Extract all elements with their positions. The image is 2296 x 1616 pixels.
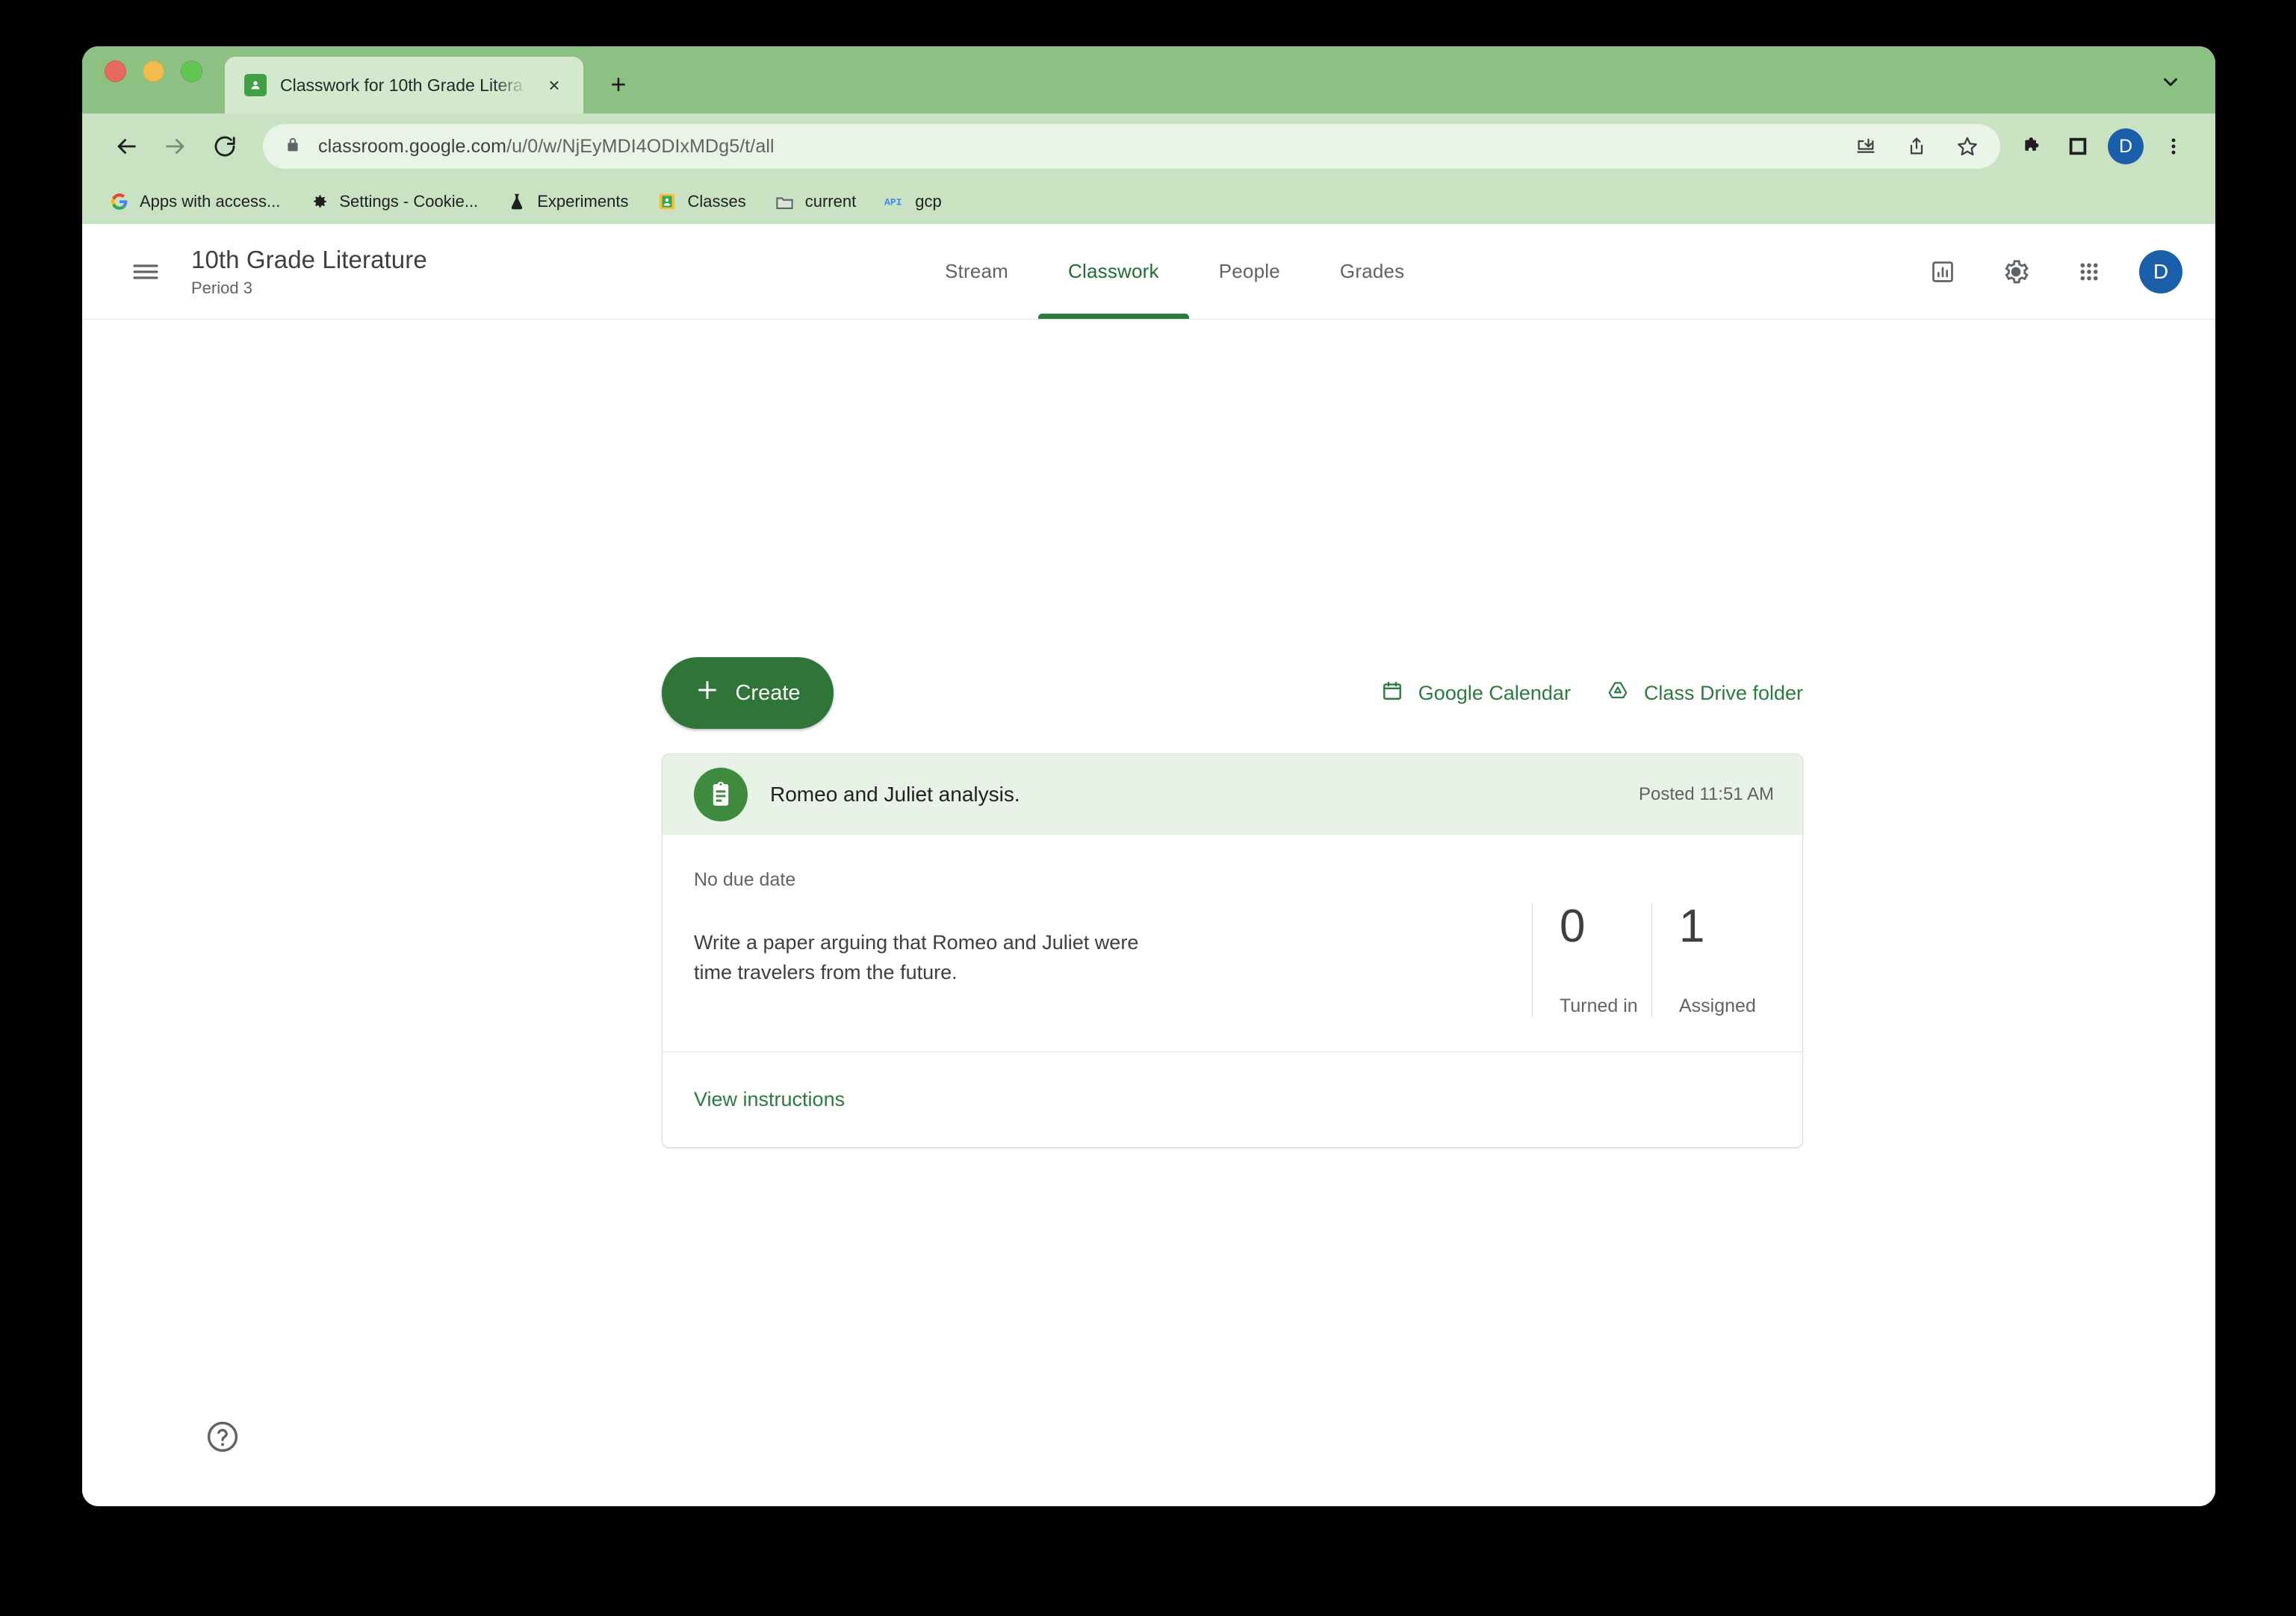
bookmark-label: Settings - Cookie... — [339, 192, 479, 211]
settings-gear-icon[interactable] — [1993, 249, 2039, 295]
stat-label: Assigned — [1679, 995, 1756, 1016]
address-bar[interactable]: classroom.google.com/u/0/w/NjEyMDI4ODIxM… — [263, 124, 2000, 169]
assignment-card[interactable]: Romeo and Juliet analysis. Posted 11:51 … — [662, 753, 1803, 1148]
calendar-icon — [1381, 680, 1403, 707]
close-window-button[interactable] — [105, 60, 126, 82]
bookmark-current[interactable]: current — [775, 191, 856, 212]
account-avatar[interactable]: D — [2139, 249, 2182, 293]
bookmark-gcp[interactable]: API gcp — [884, 191, 941, 212]
extensions-icon[interactable] — [2011, 124, 2055, 169]
class-drive-folder-link[interactable]: Class Drive folder — [1607, 680, 1803, 707]
new-tab-button[interactable]: + — [597, 63, 640, 106]
assignment-stats: 0 Turned in 1 Assigned — [1532, 904, 1771, 1017]
bookmark-apps-with-access[interactable]: Apps with access... — [109, 191, 280, 212]
bookmark-label: gcp — [915, 192, 942, 211]
minimize-window-button[interactable] — [143, 60, 164, 82]
assignment-clipboard-icon — [694, 768, 748, 821]
gear-icon — [308, 191, 329, 212]
assignment-due-date: No due date — [694, 869, 796, 890]
svg-text:API: API — [884, 197, 902, 208]
classwork-action-row: Create Google Calendar Class Drive folde… — [662, 657, 1803, 729]
create-button[interactable]: Create — [662, 657, 834, 729]
google-calendar-link[interactable]: Google Calendar — [1381, 680, 1571, 707]
chevron-down-icon[interactable] — [2151, 63, 2190, 102]
insights-chart-icon[interactable] — [1920, 249, 1966, 295]
classroom-favicon-icon — [244, 74, 267, 96]
url-host: classroom.google.com — [318, 135, 507, 157]
stat-label: Turned in — [1560, 995, 1638, 1016]
tab-stream[interactable]: Stream — [915, 224, 1038, 319]
assignment-card-body: No due date Write a paper arguing that R… — [663, 835, 1802, 1051]
assignment-description: Write a paper arguing that Romeo and Jul… — [694, 931, 1139, 983]
help-icon[interactable] — [202, 1416, 243, 1458]
address-bar-actions — [1845, 125, 1988, 167]
bookmark-label: Experiments — [537, 192, 629, 211]
create-button-label: Create — [735, 680, 801, 705]
stat-assigned[interactable]: 1 Assigned — [1651, 904, 1771, 1017]
assignment-card-header[interactable]: Romeo and Juliet analysis. Posted 11:51 … — [663, 754, 1802, 835]
back-button[interactable] — [102, 122, 151, 171]
browser-profile-avatar[interactable]: D — [2108, 128, 2144, 164]
browser-window: Classwork for 10th Grade Litera × + clas… — [82, 46, 2215, 1506]
bookmark-experiments[interactable]: Experiments — [506, 191, 628, 212]
flask-icon — [506, 191, 527, 212]
browser-tab-title: Classwork for 10th Grade Litera — [280, 75, 523, 95]
stat-turned-in[interactable]: 0 Turned in — [1532, 904, 1651, 1017]
window-controls — [105, 46, 202, 114]
maximize-window-button[interactable] — [181, 60, 202, 82]
bookmark-classes[interactable]: Classes — [657, 191, 746, 212]
bookmark-star-icon[interactable] — [1946, 125, 1988, 167]
assignment-details: No due date Write a paper arguing that R… — [694, 869, 1486, 1007]
lock-icon — [284, 136, 302, 158]
classroom-app-header: 10th Grade Literature Period 3 Stream Cl… — [82, 224, 2215, 320]
reload-button[interactable] — [200, 122, 249, 171]
classwork-content: Create Google Calendar Class Drive folde… — [82, 320, 2215, 1505]
bookmark-settings-cookie[interactable]: Settings - Cookie... — [308, 191, 478, 212]
close-tab-button[interactable]: × — [542, 72, 567, 98]
classroom-tabs: Stream Classwork People Grades — [915, 224, 1434, 319]
browser-toolbar: classroom.google.com/u/0/w/NjEyMDI4ODIxM… — [82, 114, 2215, 179]
quick-link-label: Google Calendar — [1418, 681, 1571, 704]
tab-people[interactable]: People — [1189, 224, 1310, 319]
bookmarks-bar: Apps with access... Settings - Cookie...… — [82, 179, 2215, 224]
share-icon[interactable] — [1896, 125, 1937, 167]
assignment-card-footer: View instructions — [663, 1051, 1802, 1147]
view-instructions-link[interactable]: View instructions — [694, 1088, 845, 1111]
browser-tab[interactable]: Classwork for 10th Grade Litera × — [225, 57, 583, 114]
address-bar-url: classroom.google.com/u/0/w/NjEyMDI4ODIxM… — [318, 136, 775, 158]
classwork-quick-links: Google Calendar Class Drive folder — [1381, 680, 1803, 707]
page-content: 10th Grade Literature Period 3 Stream Cl… — [82, 224, 2215, 1506]
classroom-header-actions: D — [1920, 249, 2182, 295]
stat-value: 1 — [1679, 901, 1705, 952]
assignment-title: Romeo and Juliet analysis. — [770, 783, 1020, 806]
hamburger-menu-icon[interactable] — [117, 243, 175, 301]
quick-link-label: Class Drive folder — [1643, 681, 1803, 704]
assignment-posted-time: Posted 11:51 AM — [1638, 784, 1774, 804]
plus-icon — [695, 677, 720, 709]
browser-menu-icon[interactable] — [2151, 124, 2196, 169]
bookmark-label: current — [804, 192, 857, 211]
class-heading: 10th Grade Literature Period 3 — [191, 246, 427, 298]
apps-grid-icon[interactable] — [2066, 249, 2112, 295]
bookmark-label: Classes — [687, 192, 746, 211]
page-title: 10th Grade Literature — [191, 245, 427, 273]
bookmark-label: Apps with access... — [140, 192, 281, 211]
class-section-label: Period 3 — [191, 278, 252, 297]
google-g-icon — [109, 191, 130, 212]
classroom-icon — [657, 191, 677, 212]
install-app-icon[interactable] — [1845, 125, 1887, 167]
folder-icon — [775, 191, 795, 212]
tab-strip: Classwork for 10th Grade Litera × + — [82, 46, 2215, 114]
stat-value: 0 — [1560, 901, 1586, 952]
forward-button[interactable] — [151, 122, 200, 171]
drive-icon — [1607, 680, 1629, 707]
tab-grades[interactable]: Grades — [1310, 224, 1434, 319]
url-path: /u/0/w/NjEyMDI4ODIxMDg5/t/all — [506, 135, 775, 157]
api-icon: API — [884, 191, 905, 212]
side-panel-icon[interactable] — [2055, 124, 2100, 169]
tab-classwork[interactable]: Classwork — [1038, 224, 1189, 319]
